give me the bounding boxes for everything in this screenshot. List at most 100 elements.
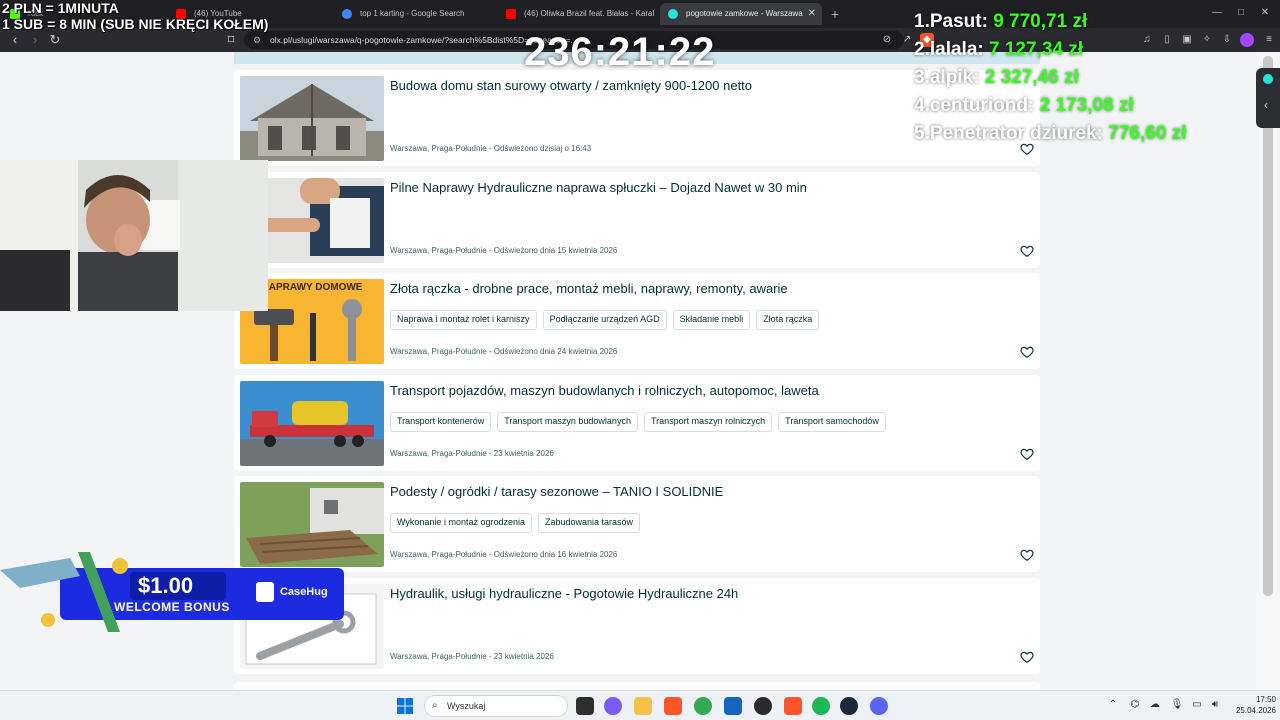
- listing-title[interactable]: Transport pojazdów, maszyn budowlanych i…: [390, 382, 1020, 400]
- listing-card[interactable]: Podesty / ogródki / tarasy sezonowe – TA…: [234, 476, 1040, 572]
- chevron-up-icon[interactable]: ⌃: [1106, 698, 1120, 712]
- ad-text: WELCOME BONUS: [114, 600, 230, 614]
- steam-icon[interactable]: [840, 697, 858, 715]
- leaderboard-name: 1.Pasut:: [914, 11, 988, 32]
- taskbar-search[interactable]: ⌕ Wyszukaj: [424, 695, 568, 717]
- tab-olx-active[interactable]: pogotowie zamkowe - Warszawa ✕: [660, 3, 822, 25]
- tab-youtube-video[interactable]: (46) Oliwka Brazil feat. Białas - Karalu…: [498, 3, 654, 25]
- listing-tags: Naprawa i montaż rolet i karniszy Podłąc…: [390, 310, 820, 330]
- ad-amount: $1.00: [138, 573, 194, 598]
- youtube-icon: [506, 9, 516, 19]
- tracking-icon[interactable]: ⊘: [880, 33, 894, 47]
- donation-leaderboard: 1.Pasut: 9 770,71 zł 2.lalala: 7 127,34 …: [914, 8, 1186, 148]
- bookmark-icon[interactable]: ⌑: [222, 31, 240, 49]
- system-clock[interactable]: 17:50 25.04.2026: [1230, 694, 1276, 716]
- new-tab-button[interactable]: +: [828, 3, 842, 25]
- heart-icon[interactable]: [1020, 548, 1034, 562]
- tag-chip[interactable]: Podłączanie urządzeń AGD: [542, 310, 667, 330]
- tab-label: top 1 karting - Google Search: [360, 9, 465, 18]
- tag-chip[interactable]: Transport kontenerów: [390, 412, 492, 432]
- clock-time: 17:50: [1255, 695, 1276, 704]
- maximize-icon[interactable]: □: [1232, 4, 1250, 22]
- tag-chip[interactable]: Złota rączka: [756, 310, 820, 330]
- brave-active-icon[interactable]: [784, 697, 802, 715]
- clock-date: 25.04.2026: [1235, 706, 1276, 715]
- listing-card[interactable]: Transport pojazdów, maszyn budowlanych i…: [234, 375, 1040, 471]
- tag-chip[interactable]: Transport maszyn rolniczych: [643, 412, 773, 432]
- leaderboard-name: 4.centuriond:: [914, 95, 1035, 116]
- tag-chip[interactable]: Zabudowania tarasów: [538, 513, 641, 533]
- task-view-icon[interactable]: [576, 697, 594, 715]
- listing-card[interactable]: NAPRAWY DOMOWE Złota rączka - drobne pra…: [234, 273, 1040, 369]
- microphone-icon[interactable]: 🎙︎: [1170, 698, 1184, 712]
- heart-icon[interactable]: [1020, 345, 1034, 359]
- olx-icon: [1263, 74, 1273, 84]
- volume-icon[interactable]: 🔊︎: [1208, 698, 1222, 712]
- chrome-icon[interactable]: [694, 697, 712, 715]
- search-icon: ⌕: [432, 700, 438, 711]
- casino-ad-banner[interactable]: $1.00 WELCOME BONUS CaseHug: [0, 548, 344, 636]
- tag-chip[interactable]: Transport samochodów: [778, 412, 886, 432]
- leaderboard-amount: 776,60 zł: [1108, 123, 1187, 144]
- listing-title[interactable]: Podesty / ogródki / tarasy sezonowe – TA…: [390, 483, 1020, 501]
- close-tab-icon[interactable]: ✕: [808, 3, 816, 25]
- extensions-icon[interactable]: ✧: [1200, 33, 1214, 47]
- leaderboard-amount: 2 327,46 zł: [984, 67, 1079, 88]
- tag-chip[interactable]: Składanie mebli: [672, 310, 751, 330]
- heart-icon[interactable]: [1020, 650, 1034, 664]
- listing-card-partial[interactable]: [234, 682, 1040, 690]
- listing-thumbnail[interactable]: [240, 76, 384, 161]
- obs-icon[interactable]: [754, 697, 772, 715]
- olx-icon: [668, 9, 678, 19]
- share-icon[interactable]: ↗: [900, 33, 914, 47]
- site-info-icon[interactable]: ⚙: [253, 31, 261, 49]
- listing-thumbnail[interactable]: [240, 381, 384, 466]
- cloud-icon[interactable]: ☁: [1148, 698, 1162, 712]
- network-icon[interactable]: ⌬: [1128, 698, 1142, 712]
- leaderboard-amount: 7 127,34 zł: [989, 39, 1084, 60]
- heart-icon[interactable]: [1020, 244, 1034, 258]
- discord-icon[interactable]: [870, 697, 888, 715]
- reload-icon[interactable]: ↻: [46, 31, 64, 49]
- copilot-icon[interactable]: [604, 697, 622, 715]
- file-explorer-icon[interactable]: [634, 697, 652, 715]
- listing-tags: Transport kontenerów Transport maszyn bu…: [390, 412, 886, 432]
- listing-location: Warszawa, Praga-Południe - Odświeżono dz…: [390, 144, 592, 153]
- back-icon[interactable]: ‹: [6, 31, 24, 49]
- listing-card[interactable]: Hydraulik, usługi hydrauliczne - Pogotow…: [234, 578, 1040, 674]
- leaderboard-name: 3.alpik:: [914, 67, 980, 88]
- tag-chip[interactable]: Transport maszyn budowlanych: [497, 412, 638, 432]
- menu-icon[interactable]: ≡: [1262, 33, 1276, 47]
- listing-title[interactable]: Złota rączka - drobne prace, montaż mebl…: [390, 280, 1020, 298]
- leaderboard-row: 2.lalala: 7 127,34 zł: [914, 36, 1186, 64]
- ad-brand: CaseHug: [280, 586, 328, 598]
- overlay-line-1: 2 PLN = 1MINUTA: [2, 0, 119, 16]
- search-placeholder: Wyszukaj: [447, 701, 486, 711]
- listing-card[interactable]: Pilne Naprawy Hydrauliczne naprawa spłuc…: [234, 172, 1040, 268]
- windows-start-icon[interactable]: [396, 697, 414, 715]
- tag-chip[interactable]: Naprawa i montaż rolet i karniszy: [390, 310, 537, 330]
- spotify-icon[interactable]: [812, 697, 830, 715]
- tab-google-search[interactable]: top 1 karting - Google Search: [334, 3, 494, 25]
- subathon-timer: 236:21:22: [524, 30, 716, 74]
- minimize-icon[interactable]: —: [1208, 4, 1226, 22]
- leaderboard-row: 4.centuriond: 2 173,08 zł: [914, 92, 1186, 120]
- brave-icon[interactable]: [664, 697, 682, 715]
- tag-chip[interactable]: Wykonanie i montaż ogrodzenia: [390, 513, 532, 533]
- listing-title[interactable]: Pilne Naprawy Hydrauliczne naprawa spłuc…: [390, 179, 1020, 197]
- display-icon[interactable]: ▭: [1190, 698, 1204, 712]
- listing-tags: Wykonanie i montaż ogrodzenia Zabudowani…: [390, 513, 641, 533]
- close-window-icon[interactable]: ✕: [1256, 4, 1274, 22]
- leaderboard-name: 5.Penetrator dziurek:: [914, 123, 1103, 144]
- forward-icon[interactable]: ›: [26, 31, 44, 49]
- overlay-line-2: 1 SUB = 8 MIN (SUB NIE KRĘCI KOŁEM): [2, 16, 269, 32]
- store-icon[interactable]: [724, 697, 742, 715]
- sidebar-panel-toggle[interactable]: ‹: [1256, 68, 1280, 128]
- profile-icon[interactable]: [1240, 33, 1254, 47]
- chevron-left-icon[interactable]: ‹: [1264, 98, 1268, 112]
- scrollbar-thumb[interactable]: [1263, 56, 1273, 596]
- heart-icon[interactable]: [1020, 447, 1034, 461]
- tab-label: pogotowie zamkowe - Warszawa: [686, 9, 803, 18]
- listing-title[interactable]: Hydraulik, usługi hydrauliczne - Pogotow…: [390, 585, 1020, 603]
- download-icon[interactable]: ⇩: [1220, 33, 1234, 47]
